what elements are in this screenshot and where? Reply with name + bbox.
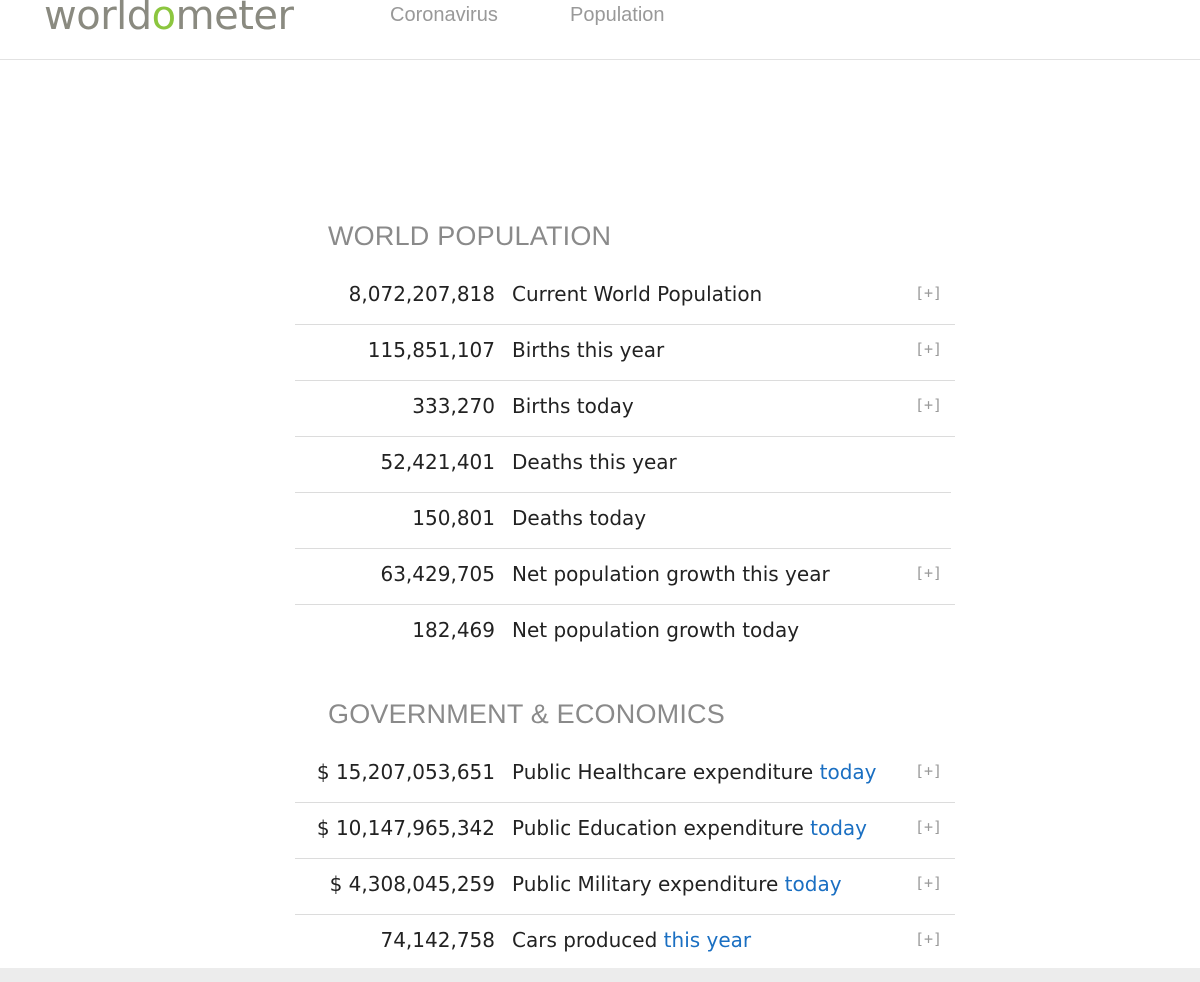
expand-button[interactable]: [+] <box>915 396 942 414</box>
counter-value: 8,072,207,818 <box>348 282 495 306</box>
logo-text-meter: meter <box>175 0 294 39</box>
counter-row: $ 4,308,045,259 Public Military expendit… <box>295 859 955 915</box>
counter-row: $ 10,147,965,342 Public Education expend… <box>295 803 955 859</box>
counter-label: Public Education expenditure today <box>512 816 867 840</box>
counter-label: Current World Population <box>512 282 762 306</box>
expand-button[interactable]: [+] <box>915 564 942 582</box>
government-economics-counters: $ 15,207,053,651 Public Healthcare expen… <box>295 747 955 971</box>
expand-button[interactable]: [+] <box>915 874 942 892</box>
counter-label-text: Current World Population <box>512 282 763 306</box>
counter-label: Net population growth today <box>512 618 799 642</box>
counter-label: Net population growth this year <box>512 562 830 586</box>
counter-value: $ 4,308,045,259 <box>329 872 495 896</box>
counter-label: Deaths this year <box>512 450 677 474</box>
counter-label-text: Births today <box>512 394 634 418</box>
counter-label-text: Public Military expenditure <box>512 872 785 896</box>
counter-label-text: Deaths this year <box>512 450 677 474</box>
period-link[interactable]: this year <box>664 928 751 952</box>
counter-value: $ 10,147,965,342 <box>316 816 495 840</box>
expand-button[interactable]: [+] <box>915 930 942 948</box>
counter-row: 8,072,207,818 Current World Population [… <box>295 269 955 325</box>
counter-value: 63,429,705 <box>380 562 495 586</box>
section-title-world-population: WORLD POPULATION <box>328 221 612 251</box>
worldometer-logo[interactable]: worldometer <box>44 0 294 46</box>
period-link[interactable]: today <box>810 816 867 840</box>
counter-value: 182,469 <box>412 618 495 642</box>
counter-value: 52,421,401 <box>380 450 495 474</box>
counter-label-text: Public Healthcare expenditure <box>512 760 820 784</box>
counter-value: $ 15,207,053,651 <box>316 760 495 784</box>
counter-value: 115,851,107 <box>367 338 495 362</box>
expand-button[interactable]: [+] <box>915 340 942 358</box>
counter-label: Cars produced this year <box>512 928 751 952</box>
counter-row: 63,429,705 Net population growth this ye… <box>295 549 955 605</box>
counter-row: 150,801 Deaths today <box>295 493 951 549</box>
counter-row: 182,469 Net population growth today <box>295 605 955 660</box>
counter-label: Births this year <box>512 338 664 362</box>
world-population-counters: 8,072,207,818 Current World Population [… <box>295 269 955 660</box>
counter-label: Births today <box>512 394 634 418</box>
horizontal-scrollbar[interactable] <box>0 968 1200 982</box>
counter-label: Public Healthcare expenditure today <box>512 760 876 784</box>
counter-row: 52,421,401 Deaths this year <box>295 437 951 493</box>
period-link[interactable]: today <box>785 872 842 896</box>
period-link[interactable]: today <box>820 760 877 784</box>
nav-population[interactable]: Population <box>570 4 665 27</box>
counter-row: $ 15,207,053,651 Public Healthcare expen… <box>295 747 955 803</box>
counter-row: 74,142,758 Cars produced this year [+] <box>295 915 955 971</box>
counter-label: Deaths today <box>512 506 646 530</box>
counter-label-text: Net population growth this year <box>512 562 830 586</box>
logo-text-o: o <box>151 0 176 39</box>
site-header: worldometer Coronavirus Population <box>0 0 1200 60</box>
expand-button[interactable]: [+] <box>915 284 942 302</box>
counter-label-text: Public Education expenditure <box>512 816 811 840</box>
expand-button[interactable]: [+] <box>915 818 942 836</box>
counter-label-text: Cars produced <box>512 928 664 952</box>
counter-row: 333,270 Births today [+] <box>295 381 955 437</box>
nav-coronavirus[interactable]: Coronavirus <box>390 4 498 27</box>
counter-label-text: Births this year <box>512 338 665 362</box>
counter-row: 115,851,107 Births this year [+] <box>295 325 955 381</box>
counter-value: 333,270 <box>412 394 495 418</box>
counter-label: Public Military expenditure today <box>512 872 842 896</box>
section-title-government-economics: GOVERNMENT & ECONOMICS <box>328 699 725 729</box>
counter-value: 150,801 <box>412 506 495 530</box>
counter-label-text: Net population growth today <box>512 618 800 642</box>
counter-label-text: Deaths today <box>512 506 647 530</box>
expand-button[interactable]: [+] <box>915 762 942 780</box>
counter-value: 74,142,758 <box>380 928 495 952</box>
logo-text-world: world <box>44 0 152 39</box>
